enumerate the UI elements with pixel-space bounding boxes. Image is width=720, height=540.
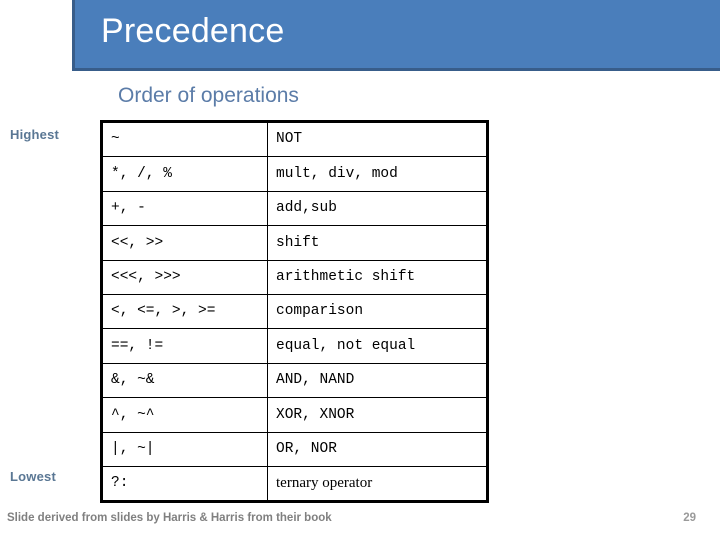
cell-operators: ~ — [101, 121, 268, 158]
table-row: <<, >> shift — [101, 225, 488, 261]
label-lowest-precedence: Lowest — [10, 469, 56, 484]
cell-description: AND, NAND — [267, 362, 488, 399]
cell-operators: <<, >> — [101, 225, 268, 261]
cell-operators: ^, ~^ — [101, 397, 268, 433]
precedence-table: ~ NOT *, /, % mult, div, mod +, - add,su… — [100, 120, 489, 504]
slide-title-banner: Precedence — [72, 0, 720, 71]
cell-description: XOR, XNOR — [267, 397, 488, 433]
cell-operators: *, /, % — [101, 156, 268, 192]
cell-description: shift — [267, 225, 488, 261]
table-row: ?: ternary operator — [101, 465, 488, 502]
cell-operators: <<<, >>> — [101, 259, 268, 295]
table-row: ^, ~^ XOR, XNOR — [101, 397, 488, 433]
cell-operators: &, ~& — [101, 362, 268, 399]
slide-number: 29 — [683, 512, 696, 524]
table-row: |, ~| OR, NOR — [101, 431, 488, 467]
cell-description: add,sub — [267, 190, 488, 227]
footer-attribution: Slide derived from slides by Harris & Ha… — [7, 512, 332, 524]
table-row: ~ NOT — [101, 121, 488, 158]
page-title: Precedence — [101, 12, 285, 50]
table-row: <<<, >>> arithmetic shift — [101, 259, 488, 295]
precedence-table-body: ~ NOT *, /, % mult, div, mod +, - add,su… — [101, 121, 488, 502]
cell-description: comparison — [267, 293, 488, 330]
cell-operators: +, - — [101, 190, 268, 227]
table-row: &, ~& AND, NAND — [101, 362, 488, 399]
slide-subtitle: Order of operations — [118, 84, 299, 107]
table-row: +, - add,sub — [101, 190, 488, 227]
cell-description: ternary operator — [267, 465, 488, 502]
cell-description: OR, NOR — [267, 431, 488, 467]
cell-description: arithmetic shift — [267, 259, 488, 295]
cell-description: equal, not equal — [267, 328, 488, 364]
cell-operators: ==, != — [101, 328, 268, 364]
table-row: <, <=, >, >= comparison — [101, 293, 488, 330]
table-row: *, /, % mult, div, mod — [101, 156, 488, 192]
cell-operators: |, ~| — [101, 431, 268, 467]
cell-description: mult, div, mod — [267, 156, 488, 192]
cell-description: NOT — [267, 121, 488, 158]
label-highest-precedence: Highest — [10, 127, 60, 142]
table-row: ==, != equal, not equal — [101, 328, 488, 364]
cell-operators: ?: — [101, 465, 268, 502]
cell-operators: <, <=, >, >= — [101, 293, 268, 330]
